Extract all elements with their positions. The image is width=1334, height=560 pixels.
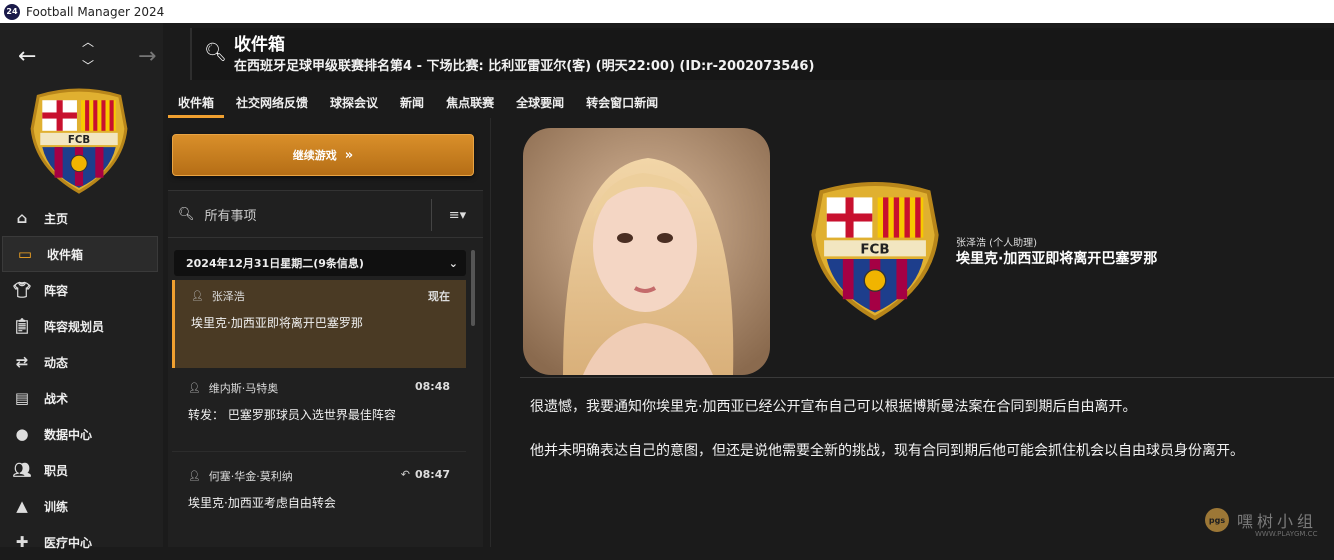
sidebar-item-tactics[interactable]: ▤ 战术 (0, 380, 163, 416)
sidebar-item-label: 职员 (44, 463, 69, 478)
continue-button[interactable]: 继续游戏 » (172, 134, 474, 176)
assistant-portrait (523, 128, 770, 375)
chevron-down-icon[interactable]: ﹀ (82, 57, 94, 74)
sidebar-item-label: 战术 (44, 391, 69, 406)
double-chevron-right-icon: » (344, 147, 354, 163)
message-list-panel: 🔍︎ 所有事项 ≡▾ 2024年12月31日星期二(9条信息) ⌄ 👤︎ 张泽浩 … (168, 190, 483, 547)
sidebar-item-squad[interactable]: 👕︎ 阵容 (0, 272, 163, 308)
tab-focus-league[interactable]: 焦点联赛 (436, 88, 504, 118)
message-sender-role: 张泽浩 (个人助理) (956, 238, 1037, 249)
message-subject: 埃里克·加西亚即将离开巴塞罗那 (191, 316, 363, 330)
sidebar-item-inbox[interactable]: ▭ 收件箱 (2, 236, 158, 272)
message-subject: 转发： 巴塞罗那球员入选世界最佳阵容 (188, 408, 396, 422)
message-sender: 维内斯·马特奥 (208, 382, 279, 395)
sidebar-item-label: 动态 (44, 355, 69, 370)
message-sender: 何塞·华金·莫利纳 (208, 470, 293, 483)
sort-menu-button[interactable]: ≡▾ (431, 199, 483, 231)
sidebar-item-home[interactable]: ⌂ 主页 (0, 200, 163, 236)
inbox-tabs: 收件箱 社交网络反馈 球探会议 新闻 焦点联赛 全球要闻 转会窗口新闻 (168, 88, 670, 118)
sidebar-item-label: 训练 (44, 499, 69, 514)
tactics-icon: ▤ (14, 389, 30, 407)
data-hub-icon: ● (15, 425, 29, 443)
tab-scouting-meeting[interactable]: 球探会议 (320, 88, 388, 118)
crest-text: FCB (860, 243, 889, 258)
sidebar-item-staff[interactable]: 👥︎ 职员 (0, 452, 163, 488)
sidebar-item-label: 医疗中心 (44, 535, 93, 550)
tab-inbox[interactable]: 收件箱 (168, 88, 225, 118)
forward-arrow-icon[interactable]: → (138, 44, 156, 69)
message-sender: 张泽浩 (211, 290, 245, 303)
page-title: 收件箱 (234, 35, 285, 55)
filter-input[interactable]: 所有事项 (205, 205, 257, 224)
continue-button-label: 继续游戏 (292, 149, 337, 162)
page-header: 🔍︎ 收件箱 在西班牙足球甲级联赛排名第4 - 下场比赛: 比利亚雷亚尔(客) … (190, 28, 1334, 80)
date-group-header[interactable]: 2024年12月31日星期二(9条信息) ⌄ (174, 250, 466, 276)
message-time: 现在 (428, 290, 450, 303)
message-subject: 埃里克·加西亚考虑自由转会 (188, 496, 336, 510)
sidebar-item-label: 主页 (44, 211, 69, 226)
sidebar-item-label: 阵容 (44, 283, 69, 298)
watermark: pgs 嘿树小组 WWW.PLAYGM.CC (1205, 508, 1318, 538)
clipboard-icon: 📋︎ (12, 317, 32, 335)
shirt-icon: 👕︎ (12, 281, 32, 299)
crest-text: FCB (68, 135, 90, 146)
sidebar-item-training[interactable]: ▲ 训练 (0, 488, 163, 524)
list-menu-icon: ≡▾ (448, 207, 467, 223)
training-icon: ▲ (16, 497, 28, 515)
message-body-paragraph: 很遗憾，我要通知你埃里克·加西亚已经公开宣布自己可以根据博斯曼法案在合同到期后自… (530, 399, 1137, 415)
page-subtitle: 在西班牙足球甲级联赛排名第4 - 下场比赛: 比利亚雷亚尔(客) (明天22:0… (234, 59, 815, 74)
person-icon: 👤︎ (188, 382, 201, 394)
watermark-logo-icon: pgs (1205, 508, 1229, 532)
back-arrow-icon[interactable]: ← (18, 44, 36, 69)
tab-transfer-news[interactable]: 转会窗口新闻 (576, 88, 668, 118)
divider (520, 377, 1334, 378)
staff-icon: 👥︎ (12, 461, 32, 479)
home-icon: ⌂ (16, 209, 28, 227)
search-icon[interactable]: 🔍︎ (204, 42, 227, 63)
chevron-down-icon[interactable]: ⌄ (449, 257, 458, 270)
person-icon: 👤︎ (188, 470, 201, 482)
sidebar-item-dynamics[interactable]: ⇄ 动态 (0, 344, 163, 380)
list-item[interactable]: 👤︎ 维内斯·马特奥 08:48 转发： 巴塞罗那球员入选世界最佳阵容 (172, 372, 466, 452)
search-icon[interactable]: 🔍︎ (178, 207, 195, 222)
chevron-up-icon[interactable]: ︿ (82, 33, 94, 50)
panel-divider (490, 118, 491, 547)
watermark-url: WWW.PLAYGM.CC (1255, 530, 1318, 538)
window-title: Football Manager 2024 (26, 4, 165, 19)
sidebar-menu: ⌂ 主页 ▭ 收件箱 👕︎ 阵容 📋︎ 阵容规划员 ⇄ 动态 ▤ 战术 ● 数据… (0, 200, 163, 560)
sidebar-item-label: 数据中心 (44, 427, 93, 442)
reply-icon: ↶ (400, 468, 410, 481)
sidebar-item-medical[interactable]: ✚ 医疗中心 (0, 524, 163, 560)
sidebar-item-data-hub[interactable]: ● 数据中心 (0, 416, 163, 452)
inbox-icon: ▭ (17, 245, 33, 263)
person-icon: 👤︎ (191, 290, 204, 302)
tab-social-feedback[interactable]: 社交网络反馈 (226, 88, 318, 118)
message-detail-subject: 埃里克·加西亚即将离开巴塞罗那 (956, 251, 1158, 267)
message-time: 08:47 (414, 468, 450, 481)
tab-world-news[interactable]: 全球要闻 (506, 88, 574, 118)
app-logo-icon: 24 (4, 3, 20, 20)
tab-news[interactable]: 新闻 (390, 88, 434, 118)
filter-bar: 🔍︎ 所有事项 ≡▾ (168, 190, 483, 238)
window-titlebar: 24 Football Manager 2024 (0, 0, 1334, 23)
list-item[interactable]: 👤︎ 何塞·华金·莫利纳 ↶ 08:47 埃里克·加西亚考虑自由转会 (172, 460, 466, 540)
medical-icon: ✚ (15, 533, 29, 551)
club-crest-large-icon: FCB (811, 182, 939, 321)
dynamics-icon: ⇄ (15, 353, 29, 371)
sidebar-item-label: 收件箱 (47, 247, 84, 262)
message-body-paragraph: 他并未明确表达自己的意图，但还是说他需要全新的挑战，现有合同到期后他可能会抓住机… (530, 443, 1244, 459)
sidebar-item-label: 阵容规划员 (44, 319, 105, 334)
scrollbar[interactable] (471, 250, 475, 326)
watermark-text: 嘿树小组 (1237, 512, 1318, 531)
list-item[interactable]: 👤︎ 张泽浩 现在 埃里克·加西亚即将离开巴塞罗那 (172, 280, 466, 368)
date-group-label: 2024年12月31日星期二(9条信息) (186, 257, 364, 270)
message-time: 08:48 (414, 380, 450, 393)
sidebar-item-squad-planner[interactable]: 📋︎ 阵容规划员 (0, 308, 163, 344)
club-crest-icon[interactable]: FCB (28, 88, 130, 194)
